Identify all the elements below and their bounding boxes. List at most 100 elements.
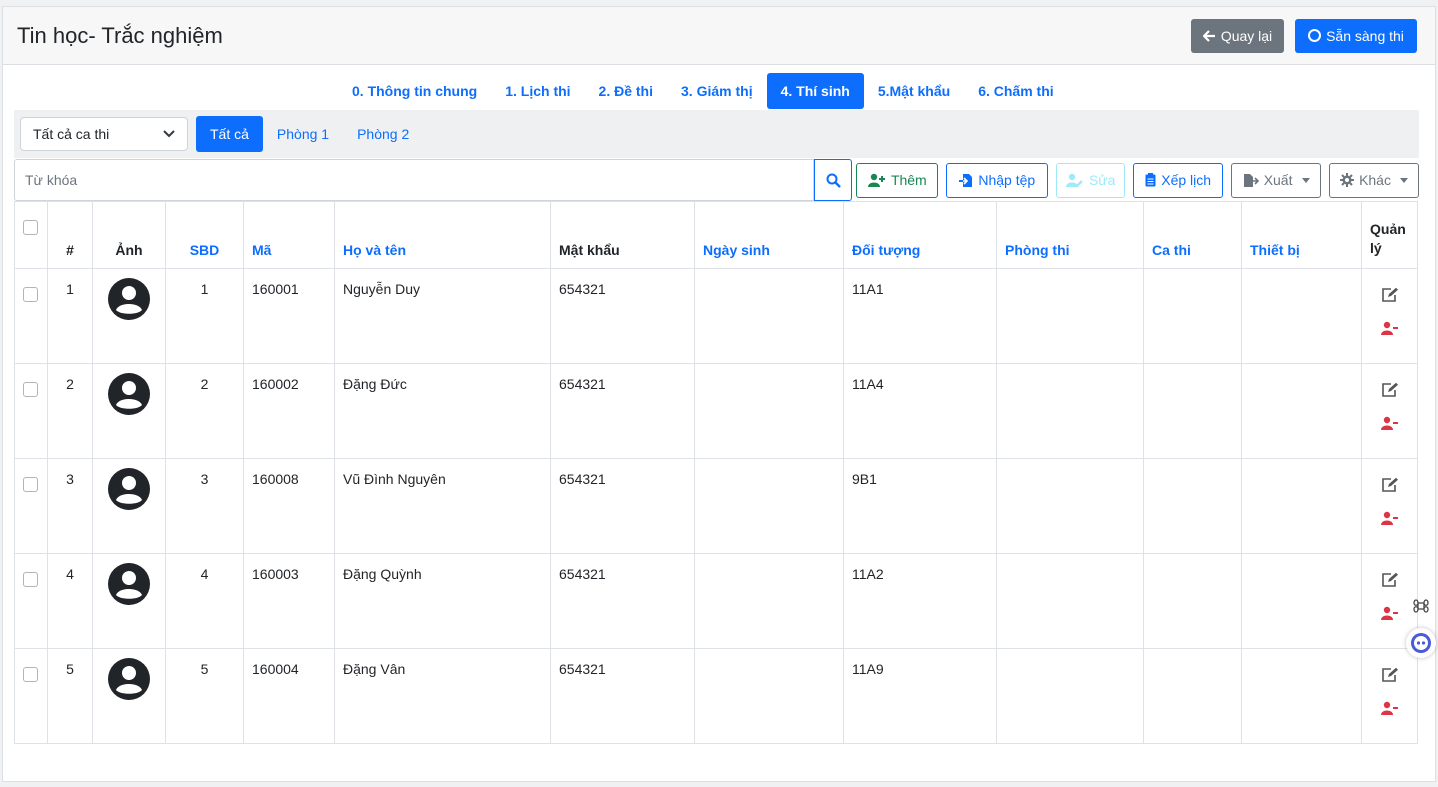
room-filter-all[interactable]: Tất cả xyxy=(196,116,263,152)
table-row: 5 5 160004 Đặng Vân 654321 11A9 xyxy=(14,648,1418,744)
row-sbd: 3 xyxy=(165,458,244,554)
row-checkbox[interactable] xyxy=(23,477,38,492)
gear-icon xyxy=(1340,173,1355,187)
avatar-icon xyxy=(108,563,150,605)
tab-candidates[interactable]: 4. Thí sinh xyxy=(766,73,864,109)
col-index: # xyxy=(47,201,93,269)
row-sbd: 4 xyxy=(165,553,244,649)
row-index: 4 xyxy=(47,553,93,649)
edit-icon[interactable] xyxy=(1381,572,1399,588)
col-room[interactable]: Phòng thi xyxy=(996,201,1144,269)
page-title: Tin học- Trắc nghiệm xyxy=(17,22,223,48)
search-button[interactable] xyxy=(814,159,853,201)
schedule-button[interactable]: Xếp lịch xyxy=(1133,162,1224,198)
col-device[interactable]: Thiết bị xyxy=(1241,201,1362,269)
assistant-button[interactable] xyxy=(1406,628,1436,658)
table-row: 3 3 160008 Vũ Đình Nguyên 654321 9B1 xyxy=(14,458,1418,554)
row-select-cell xyxy=(14,648,48,744)
row-sbd: 5 xyxy=(165,648,244,744)
tab-general-info[interactable]: 0. Thông tin chung xyxy=(338,73,491,109)
row-sbd: 1 xyxy=(165,268,244,364)
col-name[interactable]: Họ và tên xyxy=(334,201,551,269)
row-room xyxy=(996,458,1144,554)
export-label: Xuất xyxy=(1263,172,1293,188)
row-shift xyxy=(1143,363,1242,459)
filter-bar: Tất cả ca thi Tất cả Phòng 1 Phòng 2 xyxy=(14,110,1419,158)
user-minus-icon[interactable] xyxy=(1380,606,1399,620)
edit-icon[interactable] xyxy=(1381,477,1399,493)
edit-label: Sửa xyxy=(1088,172,1116,188)
export-dropdown[interactable]: Xuất xyxy=(1231,162,1322,198)
row-password: 654321 xyxy=(550,648,695,744)
room-filter-2[interactable]: Phòng 2 xyxy=(343,116,423,152)
caret-down-icon xyxy=(1301,177,1310,183)
row-code: 160008 xyxy=(243,458,335,554)
tab-schedule[interactable]: 1. Lịch thi xyxy=(491,73,584,109)
edit-icon[interactable] xyxy=(1381,287,1399,303)
col-dob[interactable]: Ngày sinh xyxy=(694,201,844,269)
user-minus-icon[interactable] xyxy=(1380,701,1399,715)
command-icon[interactable] xyxy=(1413,598,1429,614)
row-room xyxy=(996,363,1144,459)
tab-exam[interactable]: 2. Đề thi xyxy=(585,73,667,109)
toolbar: Từ khóa Thêm Nhập tệp Sửa Xếp lịch Xuất … xyxy=(14,159,1419,201)
row-group: 9B1 xyxy=(843,458,997,554)
row-code: 160002 xyxy=(243,363,335,459)
row-device xyxy=(1241,553,1362,649)
row-dob xyxy=(694,648,844,744)
col-group[interactable]: Đối tượng xyxy=(843,201,997,269)
row-password: 654321 xyxy=(550,363,695,459)
row-password: 654321 xyxy=(550,458,695,554)
col-sbd[interactable]: SBD xyxy=(165,201,244,269)
row-photo-cell xyxy=(92,363,166,459)
row-sbd: 2 xyxy=(165,363,244,459)
row-group: 11A1 xyxy=(843,268,997,364)
col-code[interactable]: Mã xyxy=(243,201,335,269)
user-edit-icon xyxy=(1065,173,1083,187)
user-minus-icon[interactable] xyxy=(1380,321,1399,335)
user-minus-icon[interactable] xyxy=(1380,416,1399,430)
row-select-cell xyxy=(14,268,48,364)
add-button[interactable]: Thêm xyxy=(856,162,939,198)
import-label: Nhập tệp xyxy=(978,172,1036,188)
row-photo-cell xyxy=(92,553,166,649)
row-code: 160003 xyxy=(243,553,335,649)
step-tabs: 0. Thông tin chung 1. Lịch thi 2. Đề thi… xyxy=(338,73,1068,109)
col-shift[interactable]: Ca thi xyxy=(1143,201,1242,269)
select-all-checkbox[interactable] xyxy=(23,220,38,235)
row-name: Vũ Đình Nguyên xyxy=(334,458,551,554)
clipboard-icon xyxy=(1145,173,1156,187)
edit-button[interactable]: Sửa xyxy=(1056,162,1126,198)
add-label: Thêm xyxy=(890,172,927,188)
row-room xyxy=(996,268,1144,364)
tab-proctors[interactable]: 3. Giám thị xyxy=(667,73,767,109)
row-checkbox[interactable] xyxy=(23,382,38,397)
other-dropdown[interactable]: Khác xyxy=(1329,162,1419,198)
room-filter-1[interactable]: Phòng 1 xyxy=(263,116,343,152)
ready-button[interactable]: Sẵn sàng thi xyxy=(1295,18,1417,53)
tab-grading[interactable]: 6. Chấm thi xyxy=(964,73,1067,109)
shift-select[interactable]: Tất cả ca thi xyxy=(20,117,188,151)
row-device xyxy=(1241,268,1362,364)
import-button[interactable]: Nhập tệp xyxy=(946,162,1049,198)
user-plus-icon xyxy=(867,173,885,187)
search-icon xyxy=(826,173,841,188)
row-checkbox[interactable] xyxy=(23,287,38,302)
row-photo-cell xyxy=(92,458,166,554)
row-dob xyxy=(694,363,844,459)
row-shift xyxy=(1143,648,1242,744)
row-room xyxy=(996,648,1144,744)
search-input[interactable]: Từ khóa xyxy=(14,159,815,201)
other-label: Khác xyxy=(1359,172,1391,188)
edit-icon[interactable] xyxy=(1381,382,1399,398)
row-checkbox[interactable] xyxy=(23,667,38,682)
row-group: 11A2 xyxy=(843,553,997,649)
card-header: Tin học- Trắc nghiệm Quay lại Sẵn sàng t… xyxy=(3,7,1435,65)
row-checkbox[interactable] xyxy=(23,572,38,587)
user-minus-icon[interactable] xyxy=(1380,511,1399,525)
row-code: 160004 xyxy=(243,648,335,744)
row-name: Đặng Đức xyxy=(334,363,551,459)
edit-icon[interactable] xyxy=(1381,667,1399,683)
tab-passwords[interactable]: 5.Mật khẩu xyxy=(864,73,964,109)
back-button[interactable]: Quay lại xyxy=(1191,18,1284,53)
